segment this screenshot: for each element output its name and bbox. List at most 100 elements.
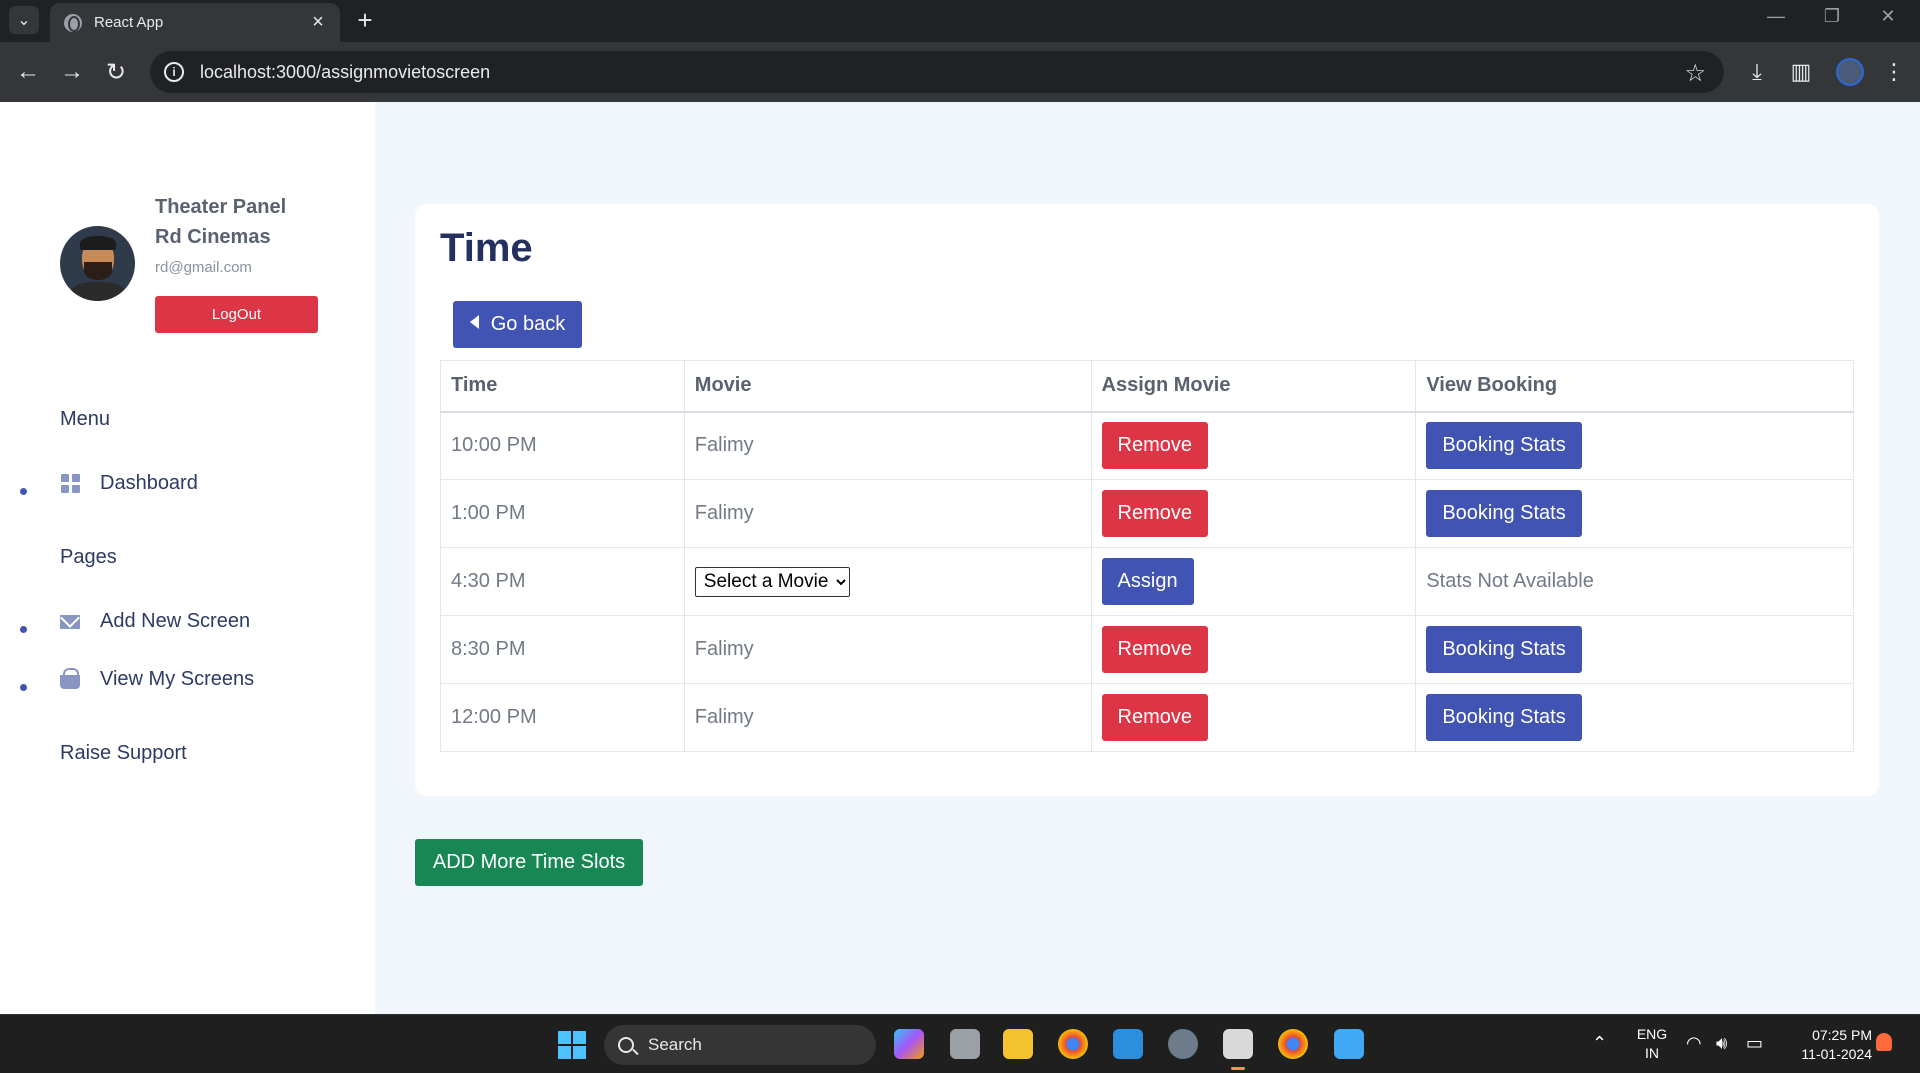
sidebar-item-label: Dashboard [100,472,198,494]
taskbar-search[interactable]: Search [604,1025,876,1065]
file-explorer-icon[interactable] [1003,1029,1033,1059]
sidebar-item-label: View My Screens [100,668,255,690]
sidebar-item-dashboard[interactable]: Dashboard [60,472,198,495]
nav-bullet [20,626,27,633]
browser-toolbar: ← → ↻ i localhost:3000/assignmovietoscre… [0,42,1920,102]
time-slots-table: Time Movie Assign Movie View Booking 10:… [440,360,1854,752]
minimize-button[interactable]: — [1756,6,1796,27]
nav-bullet [20,488,27,495]
assign-button[interactable]: Assign [1101,558,1194,605]
booking-stats-button[interactable]: Booking Stats [1426,422,1582,470]
language-indicator[interactable]: ENG IN [1634,1025,1670,1063]
globe-icon [64,13,82,32]
add-time-slots-button[interactable]: ADD More Time Slots [415,839,643,886]
tab-search-button[interactable]: ⌄ [9,6,39,34]
page: Theater Panel Rd Cinemas rd@gmail.com Lo… [0,102,1920,1014]
table-row: 12:00 PM Falimy Remove Booking Stats [440,683,1854,752]
search-icon [618,1037,634,1053]
slot-movie: Falimy [683,411,1092,480]
vscode-icon[interactable] [1113,1029,1143,1059]
remove-button[interactable]: Remove [1101,422,1209,470]
slot-time: 12:00 PM [440,683,685,752]
slot-time: 1:00 PM [440,479,685,548]
column-header-assign: Assign Movie [1090,360,1417,413]
battery-icon[interactable]: ▭ [1746,1033,1763,1054]
caret-left-icon [469,314,479,329]
avatar [60,226,135,301]
volume-icon[interactable]: 🔊︎ [1716,1033,1727,1054]
logout-button[interactable]: LogOut [155,296,318,333]
windows-start-icon[interactable] [558,1031,586,1059]
booking-stats-button[interactable]: Booking Stats [1426,626,1582,673]
tab-title: React App [94,14,164,31]
go-back-label: Go back [490,313,566,335]
slot-time: 8:30 PM [440,615,685,684]
go-back-button[interactable]: Go back [453,301,582,348]
nav-bullet [20,684,27,691]
sidebar-item-add-screen[interactable]: Add New Screen [60,610,250,633]
sidebar-item-view-screens[interactable]: View My Screens [60,667,255,691]
column-header-movie: Movie [683,360,1092,413]
movie-select[interactable]: Select a Movie [694,566,850,597]
slot-movie: Falimy [683,615,1092,684]
table-row: 8:30 PM Falimy Remove Booking Stats [440,615,1854,684]
browser-tab[interactable]: React App × [50,3,340,42]
chevron-down-icon: ⌄ [17,12,31,29]
copilot-icon[interactable] [894,1029,924,1059]
browser-tab-bar: ⌄ React App × + — ❐ ✕ [0,0,1920,42]
settings-gear-icon[interactable] [1168,1029,1198,1059]
chrome-profile-icon[interactable] [1278,1029,1308,1059]
browser-profile-avatar[interactable] [1836,58,1864,86]
task-view-icon[interactable] [950,1029,980,1059]
download-icon[interactable]: ⤓ [1741,56,1773,88]
back-arrow-icon[interactable]: ← [12,56,44,88]
taskbar-search-label: Search [648,1035,702,1054]
chevron-up-icon[interactable]: ⌃ [1592,1033,1607,1054]
table-row: 4:30 PM Select a Movie Assign Stats Not … [440,547,1854,616]
table-row: 1:00 PM Falimy Remove Booking Stats [440,479,1854,548]
table-header-row: Time Movie Assign Movie View Booking [440,360,1854,413]
reload-icon[interactable]: ↻ [100,56,132,88]
slot-movie: Falimy [683,479,1092,548]
booking-stats-button[interactable]: Booking Stats [1426,694,1582,741]
remove-button[interactable]: Remove [1101,694,1209,741]
clock-time: 07:25 PM [1812,1027,1872,1043]
sidebar-item-raise-support[interactable]: Raise Support [60,742,187,765]
column-header-booking: View Booking [1415,360,1854,413]
remove-button[interactable]: Remove [1101,626,1209,673]
url-text: localhost:3000/assignmovietoscreen [200,61,491,82]
restore-button[interactable]: ❐ [1812,6,1852,27]
notification-bell-icon[interactable] [1876,1033,1892,1051]
slot-movie: Falimy [683,683,1092,752]
sidebar-item-label: Add New Screen [100,610,251,632]
taskbar-clock[interactable]: 07:25 PM 11-01-2024 [1780,1026,1872,1064]
basket-icon [60,667,80,690]
snipping-tool-icon[interactable] [1223,1029,1253,1070]
notepad-icon[interactable] [1334,1029,1364,1059]
info-icon[interactable]: i [164,62,184,82]
sidebar: Theater Panel Rd Cinemas rd@gmail.com Lo… [0,102,375,1014]
side-panel-icon[interactable]: ▥ [1785,56,1817,88]
page-title: Time [440,226,533,270]
envelope-icon [60,612,80,632]
cinema-name: Rd Cinemas [155,226,271,248]
address-bar[interactable]: i localhost:3000/assignmovietoscreen ☆ [150,51,1724,93]
user-email: rd@gmail.com [155,259,252,276]
slot-time: 10:00 PM [440,411,685,480]
close-icon[interactable]: × [304,11,332,34]
bookmark-star-icon[interactable]: ☆ [1684,59,1706,88]
language-code: ENG [1636,1026,1668,1042]
windows-taskbar: Search ⌃ ENG IN ◠ 🔊︎ ▭ 07:25 PM 11-01-20… [0,1014,1920,1073]
remove-button[interactable]: Remove [1101,490,1209,537]
forward-arrow-icon[interactable]: → [56,56,88,88]
chrome-icon[interactable] [1058,1029,1088,1059]
wifi-icon[interactable]: ◠ [1686,1033,1702,1054]
new-tab-button[interactable]: + [350,5,380,35]
clock-date: 11-01-2024 [1801,1046,1872,1062]
menu-heading: Menu [60,408,111,430]
booking-stats-button[interactable]: Booking Stats [1426,490,1582,537]
table-row: 10:00 PM Falimy Remove Booking Stats [440,411,1854,480]
window-close-button[interactable]: ✕ [1868,6,1908,27]
stats-unavailable-text: Stats Not Available [1415,547,1854,616]
more-menu-icon[interactable]: ⋮ [1878,56,1910,88]
